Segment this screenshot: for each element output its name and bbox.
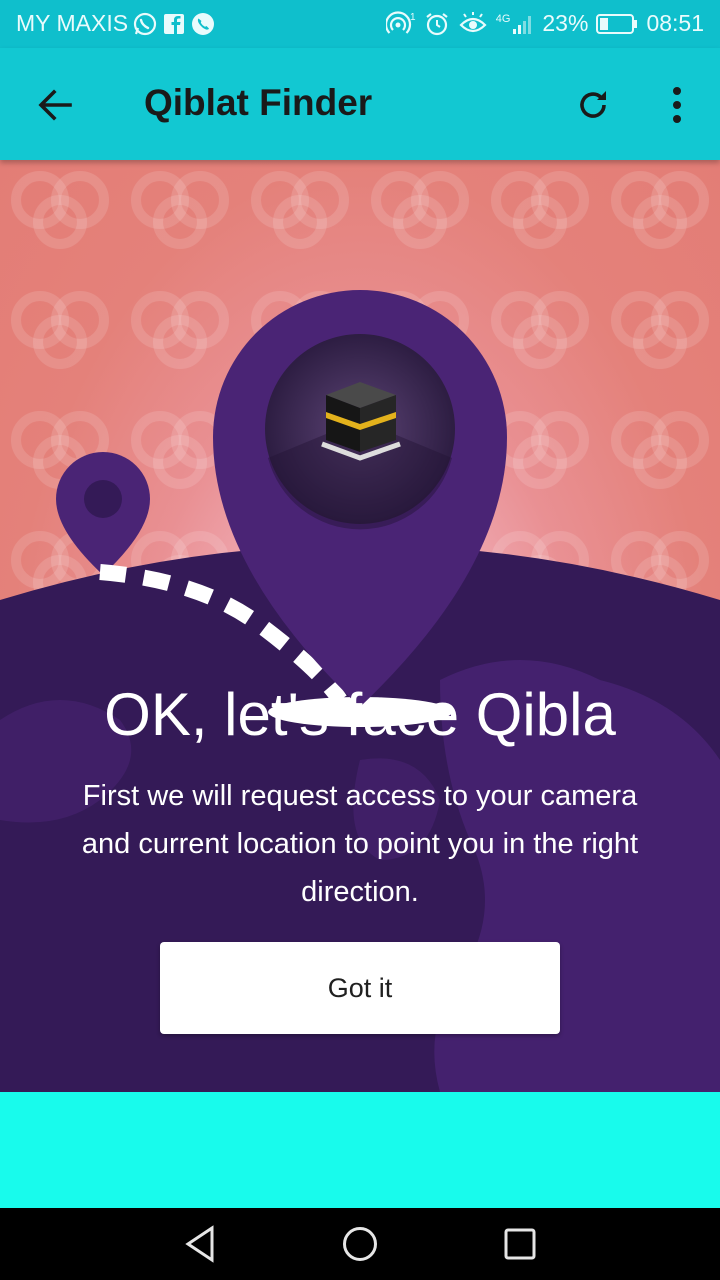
nav-back-icon [185, 1225, 214, 1263]
svg-text:1: 1 [410, 12, 416, 23]
onboarding-description: First we will request access to your cam… [81, 780, 639, 908]
phone-call-icon [192, 12, 215, 35]
signal-icon [513, 15, 532, 34]
carrier-name: MY MAXIS [16, 10, 129, 36]
nav-recents-button[interactable] [496, 1222, 544, 1266]
page-title: Qiblat Finder [144, 82, 373, 123]
bottom-banner-area [0, 1092, 720, 1208]
refresh-button[interactable] [566, 78, 620, 132]
nav-back-button[interactable] [176, 1222, 224, 1266]
back-button[interactable] [28, 78, 82, 132]
onboarding-panel: OK, let's face Qibla First we will reque… [0, 160, 720, 1092]
clock: 08:51 [646, 10, 704, 36]
got-it-button[interactable]: Got it [160, 942, 560, 1034]
battery-percent: 23% [542, 10, 589, 36]
network-type: 4G [495, 12, 511, 25]
facebook-icon [164, 13, 185, 34]
more-vert-icon [673, 87, 681, 123]
more-options-button[interactable] [650, 78, 704, 132]
status-bar: MY MAXIS 1 4G 23% 08:51 [0, 0, 720, 48]
hotspot-icon: 1 [385, 10, 416, 34]
battery-icon [596, 13, 638, 34]
nav-home-button[interactable] [336, 1222, 384, 1266]
whatsapp-icon [133, 12, 157, 35]
system-navigation-bar [0, 1208, 720, 1280]
status-bar-right: 1 4G 23% 08:51 [385, 10, 704, 37]
status-bar-left: MY MAXIS [16, 10, 216, 37]
signal-indicator: 4G [496, 13, 535, 35]
arrow-back-icon [38, 89, 72, 121]
nav-recents-icon [504, 1228, 536, 1260]
refresh-icon [580, 91, 606, 118]
app-bar: Qiblat Finder [0, 48, 720, 160]
eye-comfort-icon [459, 11, 487, 32]
onboarding-headline: OK, let's face Qibla [104, 681, 616, 748]
alarm-icon [426, 12, 448, 35]
nav-home-icon [343, 1227, 377, 1261]
